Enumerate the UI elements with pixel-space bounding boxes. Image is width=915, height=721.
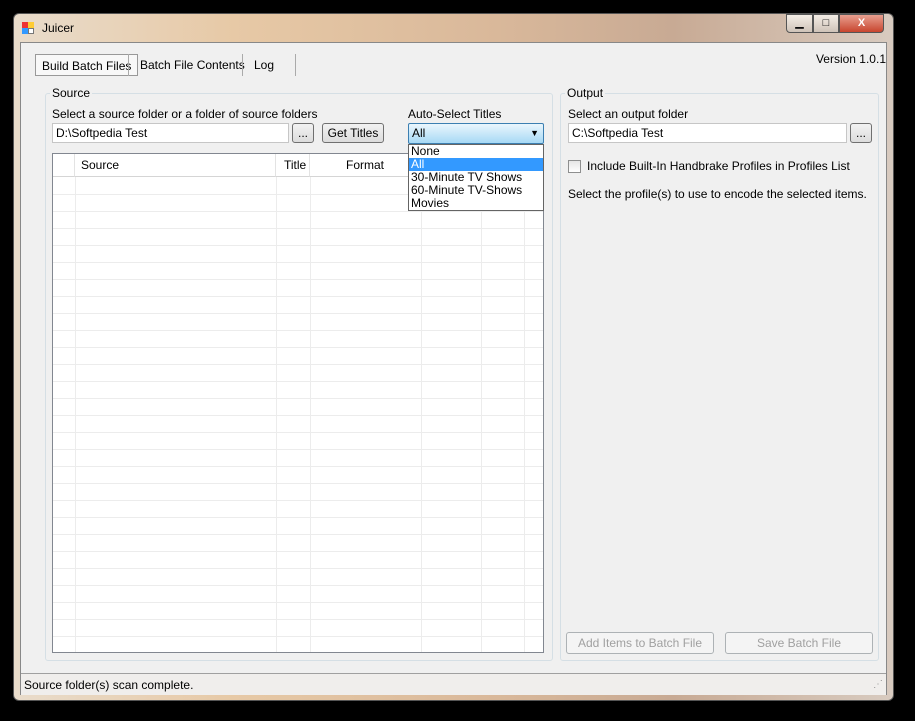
minimize-button[interactable]: ▁ [786,14,813,33]
auto-select-label: Auto-Select Titles [408,107,502,121]
grid-row-line [53,228,543,229]
grid-row-line [53,619,543,620]
titles-grid[interactable]: Source Title Format [52,153,544,653]
grid-row-line [53,296,543,297]
status-text: Source folder(s) scan complete. [24,678,194,692]
grid-row-line [53,432,543,433]
row-header-corner [53,154,75,177]
column-header-format[interactable]: Format [310,154,421,177]
grid-row-line [53,585,543,586]
get-titles-button[interactable]: Get Titles [322,123,384,143]
tab-build-batch-files[interactable]: Build Batch Files [35,54,139,76]
close-icon: X [857,17,866,29]
grid-row-line [53,364,543,365]
grid-row-line [53,568,543,569]
profiles-hint: Select the profile(s) to use to encode t… [568,187,867,201]
grid-row-line [53,449,543,450]
grid-row-line [53,415,543,416]
add-items-button[interactable]: Add Items to Batch File [566,632,714,654]
grid-row-line [53,602,543,603]
source-group-title: Source [50,86,93,100]
tab-batch-file-contents[interactable]: Batch File Contents [134,54,251,76]
source-folder-input[interactable]: D:\Softpedia Test [52,123,289,143]
version-label: Version 1.0.1 [815,52,886,66]
grid-row-line [53,466,543,467]
grid-row-line [53,330,543,331]
column-header-title[interactable]: Title [276,154,310,177]
auto-select-dropdown[interactable]: All ▼ [408,123,544,144]
output-folder-label: Select an output folder [568,107,689,121]
grid-row-line [53,551,543,552]
grid-row-line [53,211,543,212]
output-folder-input[interactable]: C:\Softpedia Test [568,123,847,143]
option-movies[interactable]: Movies [409,197,543,210]
include-profiles-checkbox[interactable] [568,160,581,173]
grid-row-line [53,313,543,314]
save-batch-file-button[interactable]: Save Batch File [725,632,873,654]
output-group-title: Output [565,86,606,100]
output-group [560,93,879,661]
auto-select-options-list: None All 30-Minute TV Shows 60-Minute TV… [408,144,544,211]
chevron-down-icon: ▼ [530,128,539,138]
grid-row-line [53,517,543,518]
source-folder-label: Select a source folder or a folder of so… [52,107,318,121]
close-button[interactable]: X [839,14,884,33]
include-profiles-label: Include Built-In Handbrake Profiles in P… [587,159,850,173]
client-area: Build Batch Files Batch File Contents Lo… [20,42,887,695]
output-browse-button[interactable]: ... [850,123,872,143]
resize-grip-icon[interactable]: ⋰ [873,674,883,696]
maximize-button[interactable]: □ [813,14,839,33]
app-icon [22,22,34,34]
source-browse-button[interactable]: ... [292,123,314,143]
column-header-source[interactable]: Source [75,154,276,177]
status-bar: Source folder(s) scan complete. ⋰ [21,673,886,695]
app-window: Juicer ▁ □ X Build Batch Files Batch Fil… [13,13,894,701]
option-none[interactable]: None [409,145,543,158]
grid-row-line [53,500,543,501]
grid-row-line [53,279,543,280]
maximize-icon: □ [822,17,830,29]
window-title: Juicer [42,21,75,35]
grid-row-line [53,381,543,382]
grid-row-line [53,534,543,535]
minimize-icon: ▁ [795,17,804,29]
grid-row-line [53,636,543,637]
grid-row-line [53,347,543,348]
grid-row-line [53,245,543,246]
auto-select-value: All [412,126,426,140]
grid-row-line [53,483,543,484]
grid-row-line [53,398,543,399]
grid-row-line [53,262,543,263]
tab-log[interactable]: Log [248,54,280,76]
